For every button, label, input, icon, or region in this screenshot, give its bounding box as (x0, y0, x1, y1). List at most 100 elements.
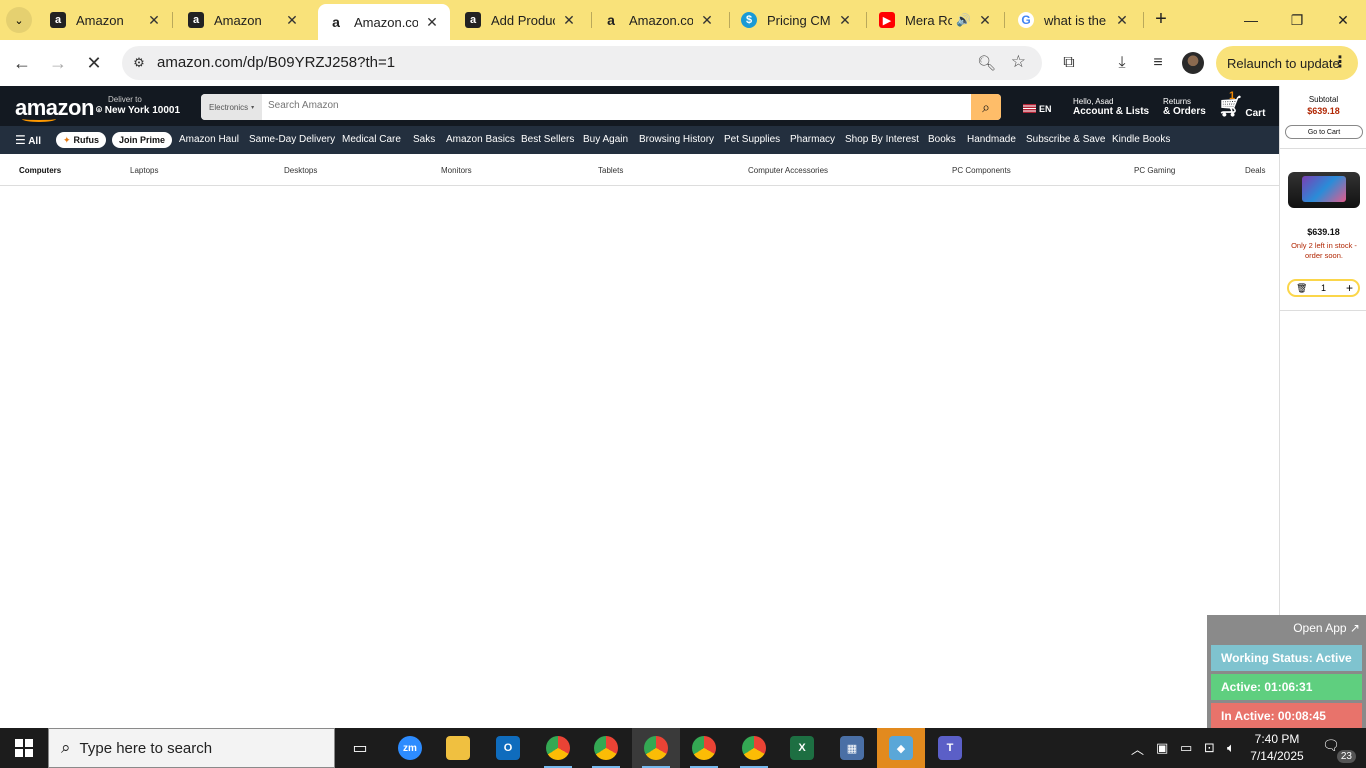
minimize-button[interactable]: — (1228, 0, 1274, 40)
excel-app[interactable]: X (778, 728, 826, 768)
stop-loading-button[interactable]: ✕ (80, 49, 108, 77)
category-link[interactable]: Computers (19, 166, 61, 175)
chrome-app-1[interactable] (534, 728, 582, 768)
nav-item[interactable]: Saks (413, 134, 435, 145)
close-icon[interactable]: ✕ (424, 14, 440, 30)
all-menu-button[interactable]: ☰ All (15, 133, 41, 147)
search-button[interactable]: ⌕ (971, 94, 1001, 120)
close-icon[interactable]: ✕ (837, 12, 853, 28)
forward-button[interactable]: → (44, 49, 72, 77)
close-icon[interactable]: ✕ (1114, 12, 1130, 28)
category-link[interactable]: Laptops (130, 166, 158, 175)
new-tab-button[interactable]: + (1150, 8, 1172, 30)
notifications-button[interactable]: 🗨︎ 23 (1322, 737, 1356, 763)
nav-item[interactable]: Pharmacy (790, 134, 835, 145)
tab-add-product[interactable]: a Add Product ✕ (455, 4, 587, 36)
language-selector[interactable]: EN (1023, 104, 1052, 114)
close-window-button[interactable]: ✕ (1320, 0, 1366, 40)
join-prime-button[interactable]: Join Prime (112, 132, 173, 148)
avatar[interactable] (1182, 52, 1204, 74)
search-input[interactable] (268, 100, 948, 111)
cart-button[interactable]: 🛒︎ 1 Cart (1218, 90, 1265, 119)
start-button[interactable] (0, 728, 48, 768)
close-icon[interactable]: ✕ (561, 12, 577, 28)
category-link[interactable]: Deals (1245, 166, 1265, 175)
category-link[interactable]: PC Components (952, 166, 1011, 175)
tab-youtube[interactable]: ▶ Mera Ro 🔊 ✕ (869, 4, 1003, 36)
speaker-icon[interactable]: 🔊 (956, 13, 971, 27)
tab-amazon-active[interactable]: a Amazon.com ✕ (318, 4, 450, 40)
close-icon[interactable]: ✕ (699, 12, 715, 28)
account-lists[interactable]: Hello, Asad Account & Lists (1073, 97, 1149, 118)
calculator-app[interactable]: ▦ (828, 728, 876, 768)
search-category-select[interactable]: Electronics ▾ (201, 94, 262, 120)
address-bar[interactable]: ⚙ amazon.com/dp/B09YRZJ258?th=1 🔍︎ ☆ (122, 46, 1042, 80)
nav-item[interactable]: Subscribe & Save (1026, 134, 1106, 145)
file-explorer-app[interactable] (434, 728, 482, 768)
tray-chevron-icon[interactable]: ︿ (1131, 728, 1144, 768)
plus-icon[interactable]: + (1346, 281, 1353, 295)
zoom-icon[interactable]: 🔍︎ (977, 54, 996, 72)
back-button[interactable]: ← (8, 49, 36, 77)
nav-item[interactable]: Same-Day Delivery (249, 134, 335, 145)
deliver-to[interactable]: Deliver to ⌾ New York 10001 (96, 95, 180, 116)
go-to-cart-button[interactable]: Go to Cart (1285, 125, 1363, 139)
nav-item[interactable]: Shop By Interest (845, 134, 919, 145)
more-vert-icon[interactable]: ⋮ (1332, 52, 1348, 72)
nav-item[interactable]: Best Sellers (521, 134, 574, 145)
category-link[interactable]: Monitors (441, 166, 472, 175)
category-link[interactable]: Tablets (598, 166, 623, 175)
clock-date: 7/14/2025 (1250, 749, 1304, 763)
media-control-icon[interactable]: ≡ (1147, 52, 1169, 74)
tray-app-icon[interactable]: ▣ (1156, 728, 1168, 768)
close-icon[interactable]: ✕ (146, 12, 162, 28)
nav-item[interactable]: Books (928, 134, 956, 145)
category-link[interactable]: Computer Accessories (748, 166, 828, 175)
bookmark-star-icon[interactable]: ☆ (1011, 52, 1026, 72)
battery-icon[interactable]: ▭ (1180, 728, 1192, 768)
outlook-app[interactable]: O (484, 728, 532, 768)
category-link[interactable]: PC Gaming (1134, 166, 1175, 175)
nav-item[interactable]: Pet Supplies (724, 134, 780, 145)
teams-app[interactable]: T (926, 728, 974, 768)
tracker-app[interactable]: ◆ (877, 728, 925, 768)
zoom-app[interactable]: zm (386, 728, 434, 768)
close-icon[interactable]: ✕ (284, 12, 300, 28)
chrome-app-5[interactable] (730, 728, 778, 768)
tab-amazon-2[interactable]: a Amazon ✕ (178, 4, 310, 36)
network-icon[interactable]: ⊡ (1204, 728, 1215, 768)
chrome-app-3[interactable] (632, 728, 680, 768)
system-clock[interactable]: 7:40 PM 7/14/2025 (1244, 731, 1310, 765)
category-link[interactable]: Desktops (284, 166, 317, 175)
amazon-icon: a (50, 12, 66, 28)
tab-search-button[interactable]: ⌄ (6, 7, 32, 33)
nav-item[interactable]: Handmade (967, 134, 1016, 145)
chrome-app-2[interactable] (582, 728, 630, 768)
url-text[interactable]: amazon.com/dp/B09YRZJ258?th=1 (157, 54, 395, 71)
restore-button[interactable]: ❐ (1274, 0, 1320, 40)
tab-pricing-cms[interactable]: $ Pricing CMS ✕ (731, 4, 863, 36)
volume-icon[interactable]: 🔈︎ (1227, 728, 1235, 768)
chrome-app-4[interactable] (680, 728, 728, 768)
extensions-icon[interactable]: ⧉ (1058, 52, 1080, 74)
tab-google[interactable]: G what is the n ✕ (1008, 4, 1140, 36)
rufus-button[interactable]: ✦ Rufus (56, 132, 107, 148)
nav-item[interactable]: Buy Again (583, 134, 628, 145)
taskbar-search[interactable]: ⌕ Type here to search (48, 728, 335, 768)
task-view-button[interactable]: ▭ (336, 728, 384, 768)
trash-icon[interactable]: 🗑︎ (1296, 283, 1307, 294)
nav-item[interactable]: Browsing History (639, 134, 714, 145)
tab-amazon-3[interactable]: a Amazon.com ✕ (593, 4, 725, 36)
product-thumbnail[interactable] (1288, 172, 1360, 208)
close-icon[interactable]: ✕ (977, 12, 993, 28)
tab-amazon-1[interactable]: a Amazon ✕ (40, 4, 172, 36)
download-icon[interactable]: ⤓ (1111, 52, 1133, 74)
nav-item[interactable]: Amazon Haul (179, 134, 239, 145)
relaunch-button[interactable]: Relaunch to update ⋮ (1216, 46, 1358, 80)
nav-item[interactable]: Kindle Books (1112, 134, 1170, 145)
returns-orders[interactable]: Returns & Orders (1163, 97, 1206, 118)
nav-item[interactable]: Amazon Basics (446, 134, 515, 145)
nav-item[interactable]: Medical Care (342, 134, 401, 145)
open-app-link[interactable]: Open App ↗ (1293, 621, 1360, 635)
site-info-icon[interactable]: ⚙ (130, 54, 148, 72)
